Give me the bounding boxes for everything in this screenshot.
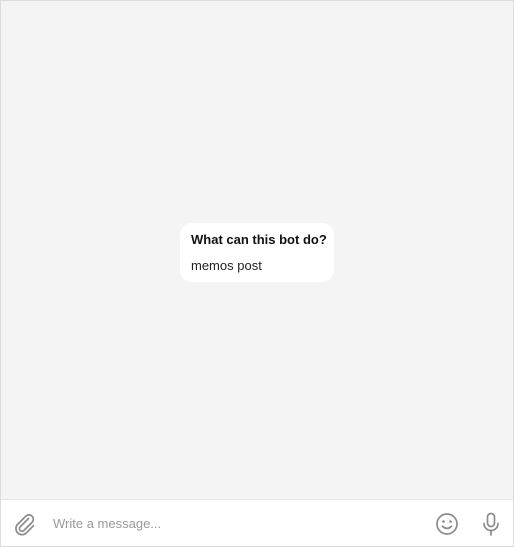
microphone-icon: [483, 512, 499, 536]
message-composer: [1, 499, 513, 546]
bot-intro-title: What can this bot do?: [191, 232, 327, 247]
voice-message-button[interactable]: [477, 510, 505, 538]
emoji-button[interactable]: [433, 510, 461, 538]
smiley-icon: [436, 513, 458, 535]
attach-button[interactable]: [11, 510, 39, 538]
message-input[interactable]: [53, 510, 413, 536]
paperclip-icon: [15, 514, 35, 536]
chat-window: What can this bot do? memos post: [0, 0, 514, 547]
bot-intro-description: memos post: [191, 258, 262, 273]
chat-history: What can this bot do? memos post: [1, 1, 513, 499]
bot-intro-card: What can this bot do? memos post: [180, 223, 334, 282]
